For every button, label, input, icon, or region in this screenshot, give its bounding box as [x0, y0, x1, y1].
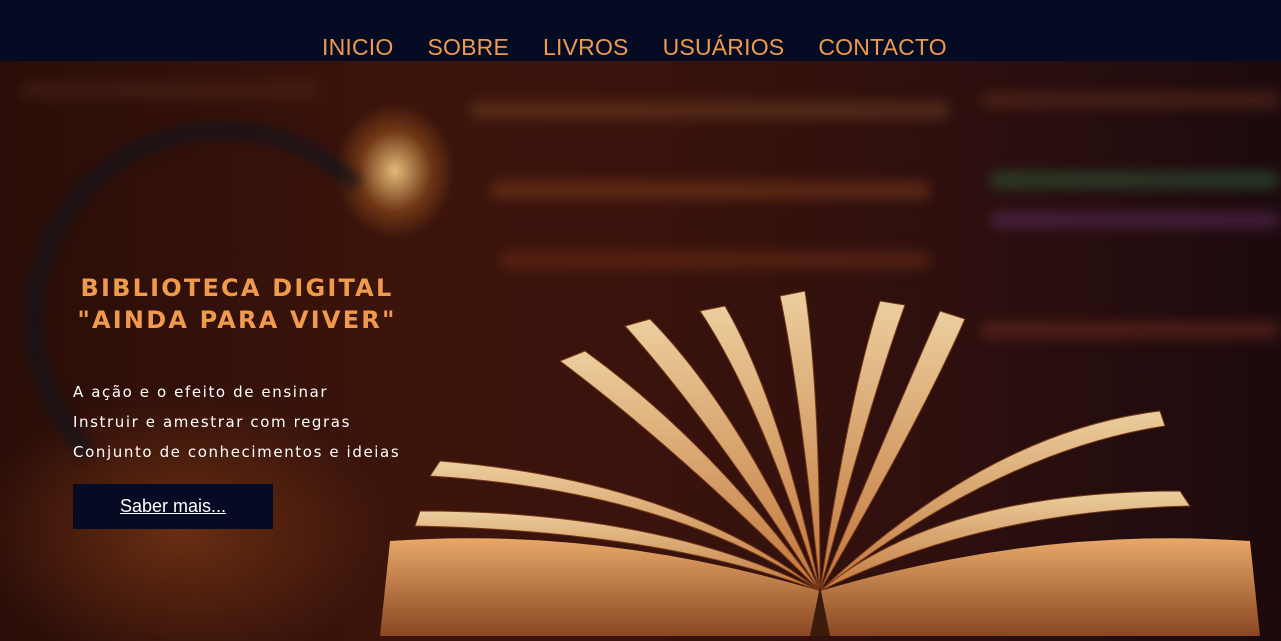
- hero-title-line-2: "AINDA PARA VIVER": [77, 306, 397, 334]
- nav-link-usuarios[interactable]: USUÁRIOS: [663, 33, 785, 61]
- hero-line: Conjunto de conhecimentos e ideias: [73, 443, 401, 461]
- hero-line: Instruir e amestrar com regras: [73, 413, 351, 431]
- top-navbar: INICIO SOBRE LIVROS USUÁRIOS CONTACTO: [0, 0, 1281, 61]
- nav-link-livros[interactable]: LIVROS: [543, 33, 629, 61]
- shelf-blur: [990, 211, 1280, 229]
- shelf-blur: [990, 171, 1280, 189]
- nav-link-sobre[interactable]: SOBRE: [427, 33, 509, 61]
- open-book-illustration: [380, 291, 1260, 636]
- hero-title: BIBLIOTECA DIGITAL "AINDA PARA VIVER": [62, 272, 412, 336]
- shelf-blur: [20, 81, 320, 99]
- shelf-blur: [500, 251, 930, 269]
- hero-description: A ação e o efeito de ensinar Instruir e …: [73, 377, 400, 467]
- hero-section: BIBLIOTECA DIGITAL "AINDA PARA VIVER" A …: [0, 61, 1281, 641]
- hero-line: A ação e o efeito de ensinar: [73, 383, 329, 401]
- shelf-blur: [980, 91, 1280, 109]
- nav-link-inicio[interactable]: INICIO: [322, 33, 393, 61]
- shelf-blur: [470, 101, 950, 119]
- nav-link-contacto[interactable]: CONTACTO: [818, 33, 947, 61]
- main-nav: INICIO SOBRE LIVROS USUÁRIOS CONTACTO: [322, 33, 981, 61]
- shelf-blur: [490, 181, 930, 199]
- hero-title-line-1: BIBLIOTECA DIGITAL: [80, 274, 394, 302]
- saber-mais-button[interactable]: Saber mais...: [73, 484, 273, 529]
